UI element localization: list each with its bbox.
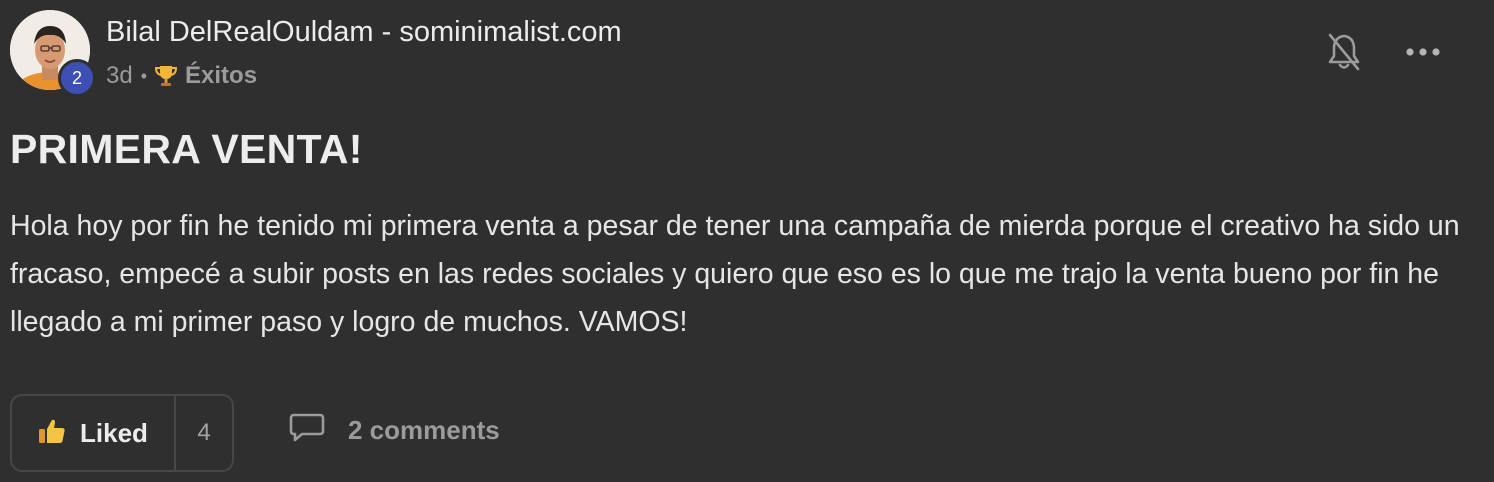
like-count[interactable]: 4 — [176, 396, 232, 470]
like-label: Liked — [80, 417, 148, 448]
post-meta: 3d • Éxitos — [106, 62, 257, 90]
more-options-button[interactable] — [1400, 30, 1446, 76]
comments-label: 2 comments — [348, 415, 500, 445]
like-control: Liked 4 — [10, 394, 234, 472]
post-title: PRIMERA VENTA! — [10, 126, 363, 172]
level-badge: 2 — [58, 59, 96, 97]
notifications-toggle-button[interactable] — [1320, 30, 1368, 78]
trophy-icon — [155, 64, 178, 88]
post-body: Hola hoy por fin he tenido mi primera ve… — [10, 210, 1460, 338]
post-card: 2 Bilal DelRealOuldam - sominimalist.com… — [0, 0, 1494, 482]
author-name[interactable]: Bilal DelRealOuldam - sominimalist.com — [106, 16, 622, 49]
meta-separator: • — [140, 65, 148, 86]
post-category[interactable]: Éxitos — [185, 62, 257, 90]
thumbs-up-icon — [38, 417, 66, 450]
comments-button[interactable]: 2 comments — [288, 412, 500, 449]
more-horizontal-icon — [1406, 44, 1440, 62]
bell-off-icon — [1327, 32, 1361, 77]
avatar[interactable]: 2 — [10, 10, 96, 97]
like-button[interactable]: Liked — [12, 396, 176, 470]
comment-icon — [288, 412, 326, 449]
post-time: 3d — [106, 62, 133, 89]
